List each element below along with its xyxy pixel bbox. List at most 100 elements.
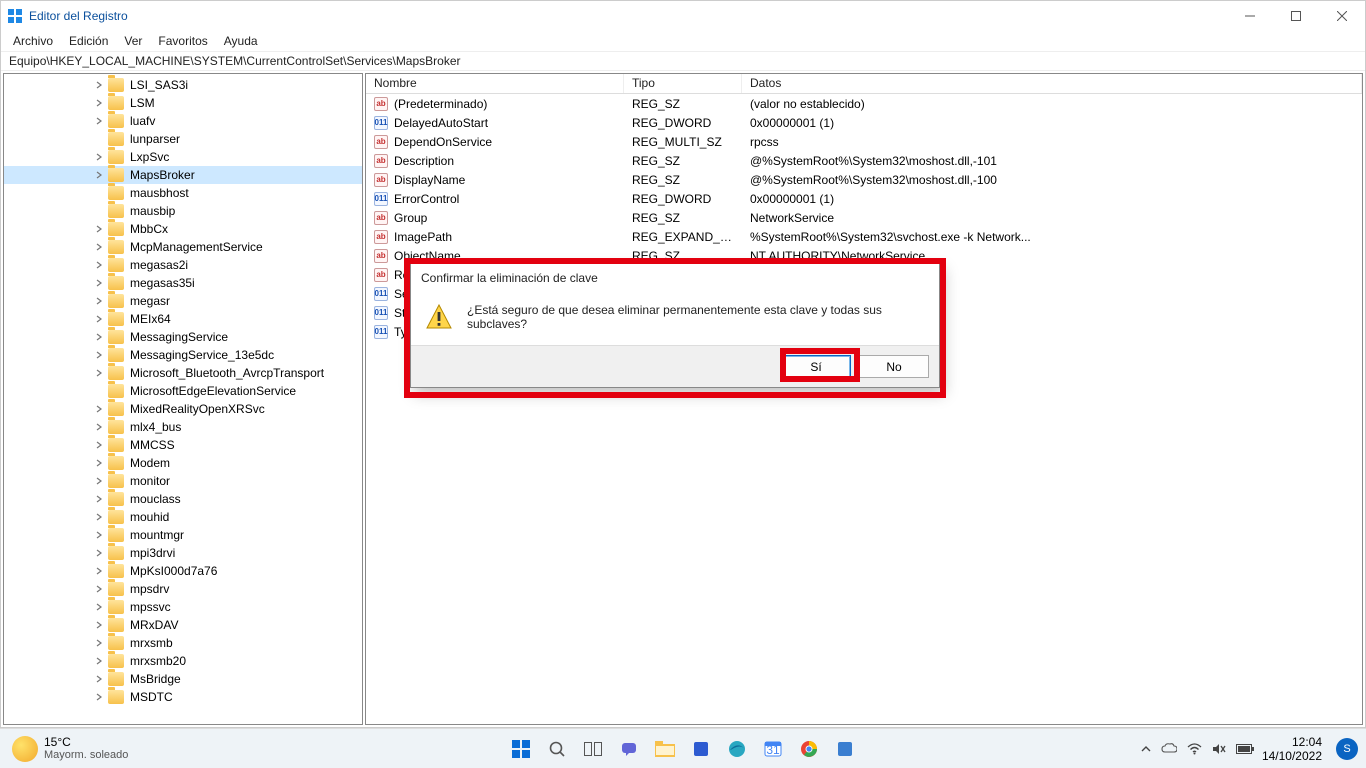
menu-edición[interactable]: Edición [61, 32, 116, 50]
close-button[interactable] [1319, 1, 1365, 31]
list-row[interactable]: ab(Predeterminado)REG_SZ(valor no establ… [366, 94, 1362, 113]
expander-icon[interactable] [92, 369, 106, 377]
tree-item[interactable]: MessagingService_13e5dc [4, 346, 362, 364]
col-type[interactable]: Tipo [624, 74, 742, 93]
expander-icon[interactable] [92, 513, 106, 521]
tree-item[interactable]: MRxDAV [4, 616, 362, 634]
tree-item[interactable]: luafv [4, 112, 362, 130]
col-name[interactable]: Nombre [366, 74, 624, 93]
tree-item[interactable]: LxpSvc [4, 148, 362, 166]
address-bar[interactable]: Equipo\HKEY_LOCAL_MACHINE\SYSTEM\Current… [1, 51, 1365, 71]
expander-icon[interactable] [92, 657, 106, 665]
expander-icon[interactable] [92, 333, 106, 341]
expander-icon[interactable] [92, 531, 106, 539]
expander-icon[interactable] [92, 81, 106, 89]
tree-item[interactable]: MbbCx [4, 220, 362, 238]
explorer-icon[interactable] [651, 735, 679, 763]
tree-item[interactable]: MapsBroker [4, 166, 362, 184]
expander-icon[interactable] [92, 297, 106, 305]
tree-item[interactable]: monitor [4, 472, 362, 490]
menu-archivo[interactable]: Archivo [5, 32, 61, 50]
start-button[interactable] [507, 735, 535, 763]
col-data[interactable]: Datos [742, 74, 1362, 93]
expander-icon[interactable] [92, 315, 106, 323]
tree-item[interactable]: McpManagementService [4, 238, 362, 256]
list-row[interactable]: 011ErrorControlREG_DWORD0x00000001 (1) [366, 189, 1362, 208]
tree-item[interactable]: LSM [4, 94, 362, 112]
tree-item[interactable]: mpssvc [4, 598, 362, 616]
chrome-icon[interactable] [795, 735, 823, 763]
tree-item[interactable]: mpi3drvi [4, 544, 362, 562]
app-icon-2[interactable] [831, 735, 859, 763]
maximize-button[interactable] [1273, 1, 1319, 31]
tree-item[interactable]: megasas35i [4, 274, 362, 292]
expander-icon[interactable] [92, 153, 106, 161]
expander-icon[interactable] [92, 423, 106, 431]
tree-item[interactable]: megasas2i [4, 256, 362, 274]
taskview-icon[interactable] [579, 735, 607, 763]
tree-item[interactable]: MpKsI000d7a76 [4, 562, 362, 580]
tree-item[interactable]: Modem [4, 454, 362, 472]
tree-item[interactable]: mouclass [4, 490, 362, 508]
tree-item[interactable]: mouhid [4, 508, 362, 526]
menu-favoritos[interactable]: Favoritos [150, 32, 215, 50]
yes-button[interactable]: Sí [781, 355, 851, 378]
chat-icon[interactable] [615, 735, 643, 763]
expander-icon[interactable] [92, 117, 106, 125]
tree-pane[interactable]: LSI_SAS3iLSMluafvlunparserLxpSvcMapsBrok… [3, 73, 363, 725]
expander-icon[interactable] [92, 279, 106, 287]
list-row[interactable]: abGroupREG_SZNetworkService [366, 208, 1362, 227]
tree-item[interactable]: MEIx64 [4, 310, 362, 328]
tree-item[interactable]: MicrosoftEdgeElevationService [4, 382, 362, 400]
tree-item[interactable]: LSI_SAS3i [4, 76, 362, 94]
expander-icon[interactable] [92, 99, 106, 107]
tree-item[interactable]: megasr [4, 292, 362, 310]
expander-icon[interactable] [92, 567, 106, 575]
tree-item[interactable]: MSDTC [4, 688, 362, 706]
tree-item[interactable]: MMCSS [4, 436, 362, 454]
expander-icon[interactable] [92, 495, 106, 503]
expander-icon[interactable] [92, 639, 106, 647]
tree-item[interactable]: mpsdrv [4, 580, 362, 598]
calendar-icon[interactable]: 31 [759, 735, 787, 763]
expander-icon[interactable] [92, 459, 106, 467]
tree-item[interactable]: mountmgr [4, 526, 362, 544]
expander-icon[interactable] [92, 171, 106, 179]
tree-item[interactable]: MsBridge [4, 670, 362, 688]
edge-icon[interactable] [723, 735, 751, 763]
expander-icon[interactable] [92, 261, 106, 269]
tree-item[interactable]: mrxsmb [4, 634, 362, 652]
search-icon[interactable] [543, 735, 571, 763]
list-row[interactable]: 011DelayedAutoStartREG_DWORD0x00000001 (… [366, 113, 1362, 132]
tree-item[interactable]: mlx4_bus [4, 418, 362, 436]
menu-ver[interactable]: Ver [116, 32, 150, 50]
list-row[interactable]: abImagePathREG_EXPAND_SZ%SystemRoot%\Sys… [366, 227, 1362, 246]
minimize-button[interactable] [1227, 1, 1273, 31]
app-icon-1[interactable] [687, 735, 715, 763]
expander-icon[interactable] [92, 477, 106, 485]
expander-icon[interactable] [92, 549, 106, 557]
expander-icon[interactable] [92, 603, 106, 611]
expander-icon[interactable] [92, 675, 106, 683]
expander-icon[interactable] [92, 585, 106, 593]
expander-icon[interactable] [92, 225, 106, 233]
list-row[interactable]: abDisplayNameREG_SZ@%SystemRoot%\System3… [366, 170, 1362, 189]
tree-item[interactable]: mrxsmb20 [4, 652, 362, 670]
tree-item[interactable]: lunparser [4, 130, 362, 148]
menu-ayuda[interactable]: Ayuda [216, 32, 266, 50]
tree-item[interactable]: mausbip [4, 202, 362, 220]
expander-icon[interactable] [92, 351, 106, 359]
tree-item[interactable]: mausbhost [4, 184, 362, 202]
expander-icon[interactable] [92, 405, 106, 413]
tree-item[interactable]: MixedRealityOpenXRSvc [4, 400, 362, 418]
expander-icon[interactable] [92, 441, 106, 449]
list-row[interactable]: abDependOnServiceREG_MULTI_SZrpcss [366, 132, 1362, 151]
expander-icon[interactable] [92, 243, 106, 251]
expander-icon[interactable] [92, 693, 106, 701]
tree-item[interactable]: Microsoft_Bluetooth_AvrcpTransport [4, 364, 362, 382]
list-row[interactable]: abDescriptionREG_SZ@%SystemRoot%\System3… [366, 151, 1362, 170]
list-pane[interactable]: Nombre Tipo Datos ab(Predeterminado)REG_… [365, 73, 1363, 725]
expander-icon[interactable] [92, 621, 106, 629]
tree-item[interactable]: MessagingService [4, 328, 362, 346]
no-button[interactable]: No [859, 355, 929, 378]
